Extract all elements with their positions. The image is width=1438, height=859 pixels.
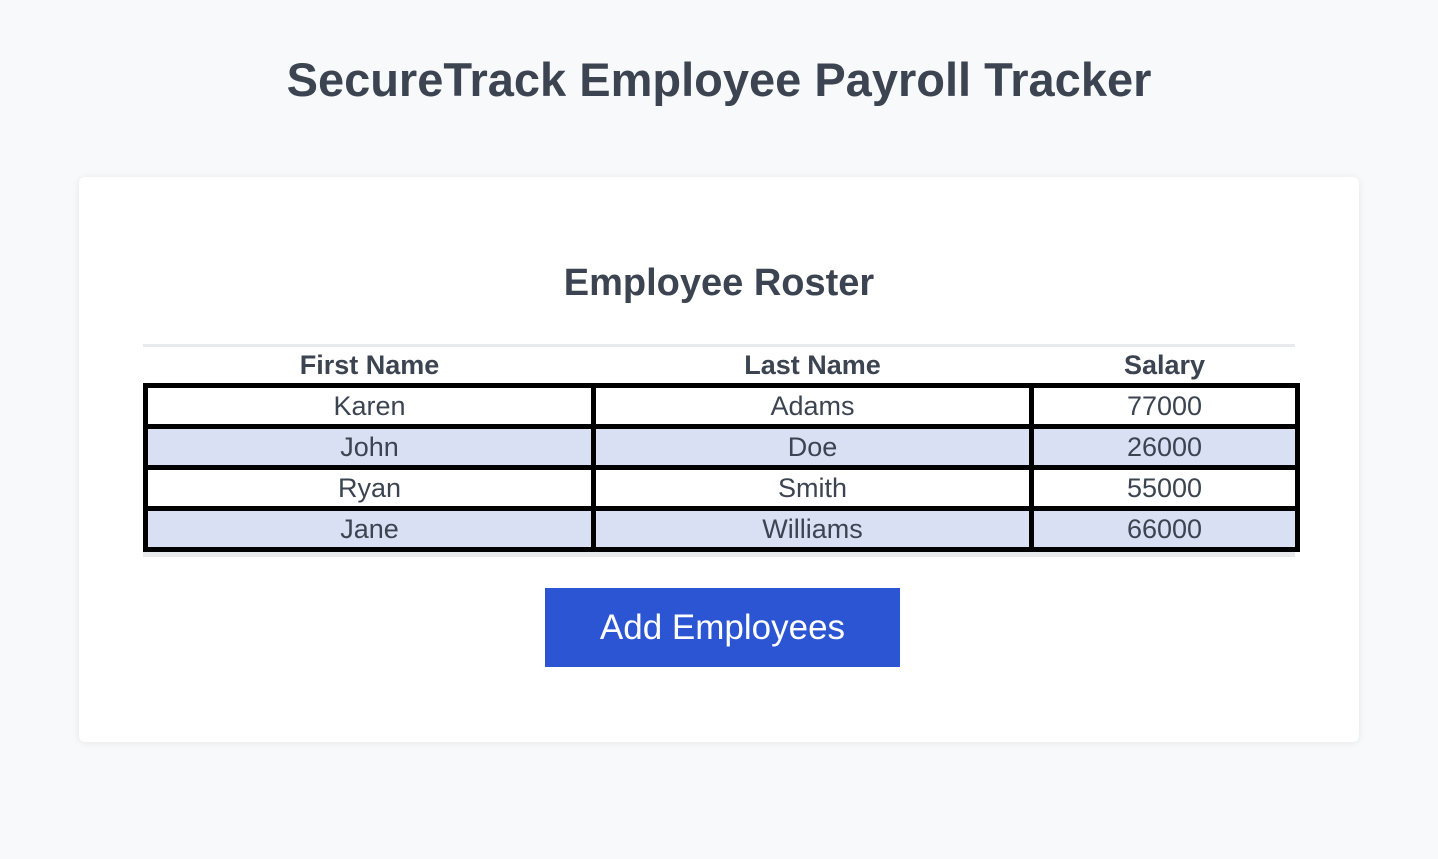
cell-salary: 55000 — [1029, 465, 1300, 511]
cell-last-name: Doe — [591, 424, 1034, 470]
column-header-salary: Salary — [1123, 349, 1206, 380]
cell-last-name: Williams — [591, 506, 1034, 552]
roster-card: Employee Roster First Name Last Name Sal… — [79, 177, 1359, 742]
table-row: Ryan Smith 55000 — [143, 465, 1300, 511]
roster-title: Employee Roster — [563, 262, 875, 304]
add-employees-button[interactable]: Add Employees — [545, 588, 900, 667]
cell-first-name: Ryan — [143, 465, 596, 511]
cell-first-name: Karen — [143, 383, 596, 429]
cell-last-name: Smith — [591, 465, 1034, 511]
table-row: John Doe 26000 — [143, 424, 1300, 470]
cell-last-name: Adams — [591, 383, 1034, 429]
table-row: Karen Adams 77000 — [143, 383, 1300, 429]
column-header-first-name: First Name — [299, 349, 440, 380]
table-row: Jane Williams 66000 — [143, 506, 1300, 552]
cell-salary: 26000 — [1029, 424, 1300, 470]
cell-first-name: Jane — [143, 506, 596, 552]
cell-first-name: John — [143, 424, 596, 470]
cell-salary: 77000 — [1029, 383, 1300, 429]
column-header-last-name: Last Name — [744, 349, 881, 380]
roster-table-wrapper: First Name Last Name Salary Karen Adams … — [143, 344, 1300, 557]
page-title: SecureTrack Employee Payroll Tracker — [286, 53, 1152, 106]
cell-salary: 66000 — [1029, 506, 1300, 552]
employee-table: First Name Last Name Salary Karen Adams … — [143, 347, 1300, 552]
table-header-row: First Name Last Name Salary — [146, 347, 1298, 386]
